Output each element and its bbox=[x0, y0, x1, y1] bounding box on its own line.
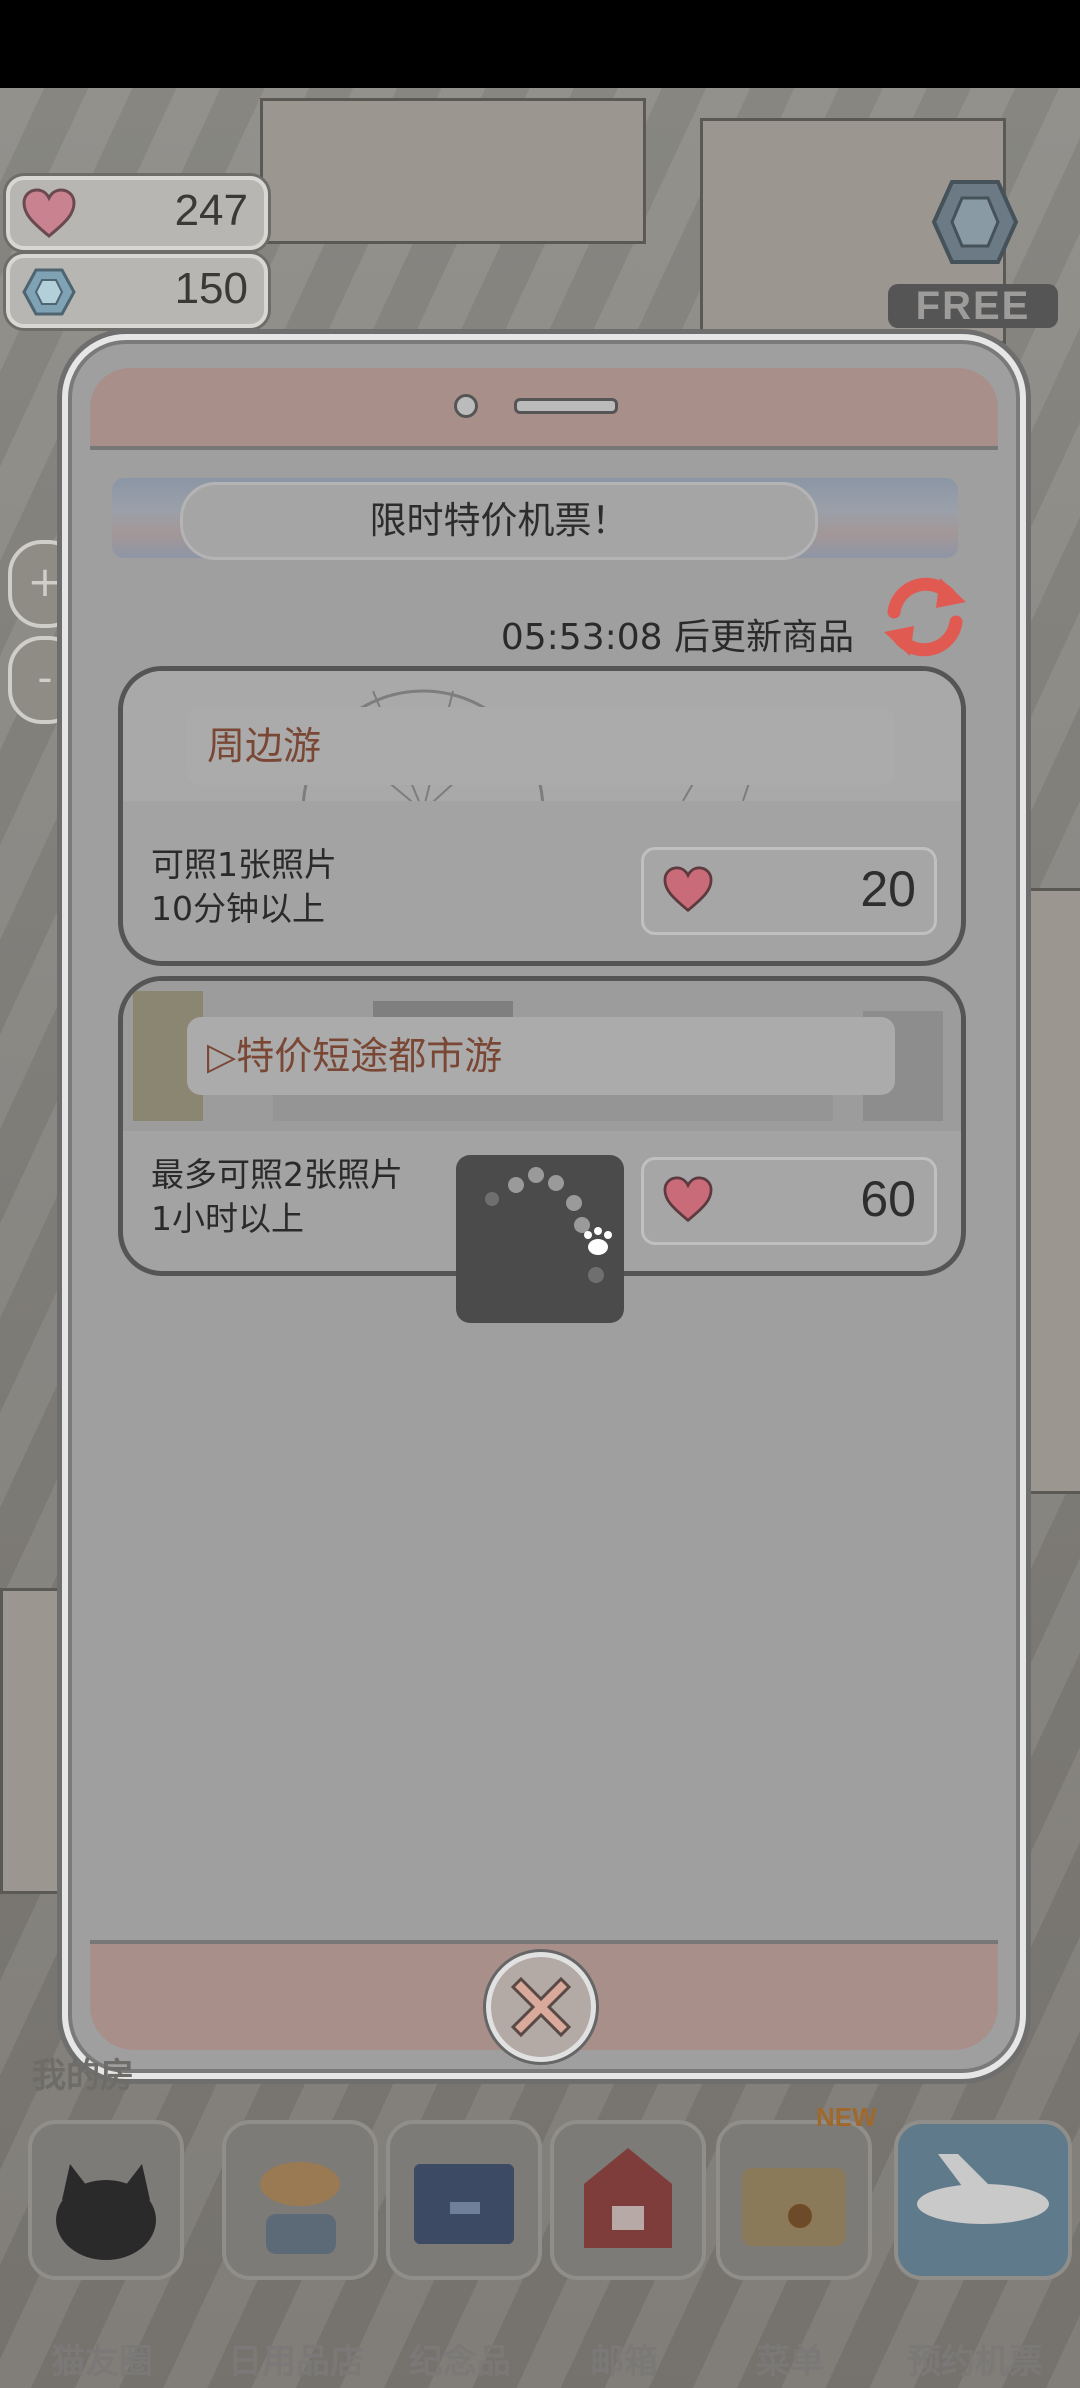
status-bar bbox=[0, 0, 1080, 88]
airplane-icon bbox=[894, 2120, 1072, 2280]
fish-shop-icon bbox=[222, 2120, 378, 2280]
ticket-desc-line: 1小时以上 bbox=[151, 1199, 304, 1238]
heart-icon bbox=[663, 1176, 713, 1223]
dock-mailbox[interactable]: 邮箱 bbox=[546, 2120, 706, 2382]
ticket-description: 最多可照2张照片 1小时以上 bbox=[151, 1153, 403, 1241]
dialog-title: 限时特价机票！ bbox=[180, 482, 818, 560]
dock-book-ticket[interactable]: 预约机票 bbox=[890, 2120, 1072, 2382]
gem-icon bbox=[931, 180, 1019, 264]
dock-label: 预约机票 bbox=[907, 2342, 1043, 2382]
heart-icon bbox=[22, 188, 76, 238]
ticket-name: 周边游 bbox=[187, 707, 895, 785]
buy-ticket-button[interactable]: 60 bbox=[641, 1157, 937, 1245]
bottom-dock: 猫友圈 日用品店 纪念品 邮箱 菜单 NEW 预约机票 bbox=[0, 2092, 1080, 2388]
hearts-value: 247 bbox=[174, 186, 248, 235]
speaker-icon bbox=[514, 398, 618, 414]
dock-label: 菜单 bbox=[756, 2342, 824, 2382]
ticket-description: 可照1张照片 10分钟以上 bbox=[151, 843, 337, 931]
camera-icon bbox=[454, 394, 478, 418]
mailbox-icon bbox=[550, 2120, 706, 2280]
close-icon bbox=[510, 1976, 572, 2038]
heart-icon bbox=[663, 866, 713, 913]
refresh-timer: 05:53:08 后更新商品 bbox=[500, 617, 854, 658]
ticket-desc-line: 10分钟以上 bbox=[151, 889, 325, 928]
loading-indicator bbox=[456, 1155, 624, 1323]
folder-paw-icon bbox=[716, 2120, 872, 2280]
dock-label: 猫友圈 bbox=[51, 2342, 153, 2382]
dock-cat-friends[interactable]: 猫友圈 bbox=[24, 2120, 184, 2382]
buy-ticket-button[interactable]: 20 bbox=[641, 847, 937, 935]
gems-value: 150 bbox=[174, 264, 248, 313]
ticket-name: ▷特价短途都市游 bbox=[187, 1017, 895, 1095]
gem-icon bbox=[22, 268, 76, 316]
paw-prints-icon bbox=[485, 1167, 612, 1283]
ticket-price: 20 bbox=[860, 861, 916, 917]
ticket-desc-line: 最多可照2张照片 bbox=[151, 1155, 403, 1194]
box-icon bbox=[386, 2120, 542, 2280]
close-button[interactable] bbox=[486, 1952, 596, 2062]
ticket-card[interactable]: 周边游 可照1张照片 10分钟以上 20 bbox=[118, 666, 966, 966]
free-label: FREE bbox=[888, 284, 1058, 328]
ticket-desc-line: 可照1张照片 bbox=[151, 845, 337, 884]
phone-top-bezel bbox=[90, 368, 998, 450]
cat-face-icon bbox=[28, 2120, 184, 2280]
free-gem-button[interactable]: FREE bbox=[888, 178, 1058, 328]
ticket-price: 60 bbox=[860, 1171, 916, 1227]
gems-counter: 150 bbox=[6, 254, 268, 328]
my-room-label[interactable]: 我的房 bbox=[32, 2048, 134, 2097]
dock-menu[interactable]: 菜单 NEW bbox=[712, 2102, 877, 2382]
dock-souvenirs[interactable]: 纪念品 bbox=[382, 2120, 542, 2382]
dock-daily-shop[interactable]: 日用品店 bbox=[218, 2120, 378, 2382]
new-badge: NEW bbox=[816, 2102, 877, 2132]
refresh-icon[interactable] bbox=[880, 572, 970, 662]
hearts-counter: 247 bbox=[6, 176, 268, 250]
